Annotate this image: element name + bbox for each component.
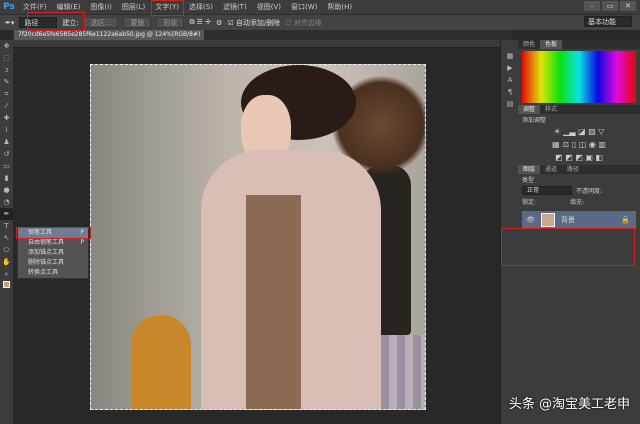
pen-tool-preset-icon[interactable]: ✒▾ bbox=[5, 19, 14, 27]
character-panel-icon[interactable]: A bbox=[501, 74, 519, 86]
close-button[interactable]: ✕ bbox=[620, 1, 636, 11]
flyout-freeform-pen-tool[interactable]: 自由钢笔工具 P bbox=[18, 238, 88, 248]
color-swatches-icon[interactable] bbox=[0, 280, 13, 292]
zoom-tool-icon[interactable]: ⌕ bbox=[0, 268, 13, 280]
layer-filter-row[interactable]: 类型 bbox=[518, 174, 640, 185]
eye-icon[interactable]: 👁 bbox=[526, 216, 535, 224]
auto-add-label: 自动添加/删除 bbox=[235, 18, 281, 27]
menu-file[interactable]: 文件(F) bbox=[18, 2, 52, 12]
healing-tool-icon[interactable]: ✚ bbox=[0, 112, 13, 124]
paragraph-panel-icon[interactable]: ¶ bbox=[501, 86, 519, 98]
menu-filter[interactable]: 滤镜(T) bbox=[218, 2, 252, 12]
dodge-tool-icon[interactable]: ◔ bbox=[0, 196, 13, 208]
adjustment-icons[interactable]: ☀ ▁▃ ◪ ▨ ▽ ▦ ⚖ ▯ ◫ ◉ ▥ ◩ ◩ ◩ ▣ ◧ bbox=[518, 125, 640, 165]
lasso-tool-icon[interactable]: ↄ bbox=[0, 64, 13, 76]
lock-icon: 🔒 bbox=[621, 216, 630, 224]
pen-tool-icon[interactable]: ✒ bbox=[0, 208, 13, 220]
layer-row-background[interactable]: 👁 背景 🔒 bbox=[522, 211, 636, 229]
flyout-add-anchor-tool[interactable]: 添加锚点工具 bbox=[18, 248, 88, 258]
hand-tool-icon[interactable]: ✋ bbox=[0, 256, 13, 268]
flyout-label: 转换点工具 bbox=[28, 269, 59, 276]
flyout-label: 自由钢笔工具 bbox=[28, 239, 65, 246]
brush-tool-icon[interactable]: ⌇ bbox=[0, 124, 13, 136]
tools-panel: ✥ ⬚ ↄ ✎ ⌗ ⁄ ✚ ⌇ ♟ ↺ ▭ ▮ ● ◔ ✒ T ↖ ⬭ ✋ ⌕ bbox=[0, 40, 13, 424]
kind-filter[interactable]: 类型 bbox=[522, 175, 534, 184]
opacity-label: 不透明度: bbox=[576, 188, 603, 195]
menu-help[interactable]: 帮助(H) bbox=[322, 2, 357, 12]
highlight-mode-options bbox=[27, 12, 85, 31]
blend-mode-select[interactable]: 正常 bbox=[522, 186, 572, 195]
align-edges-label: 对齐边缘 bbox=[293, 18, 322, 27]
auto-add-checkbox[interactable]: ☑ 自动添加/删除 bbox=[227, 18, 280, 28]
tab-layers[interactable]: 图层 bbox=[518, 165, 541, 174]
gear-icon[interactable]: ⚙ bbox=[216, 19, 222, 27]
shape-tool-icon[interactable]: ⬭ bbox=[0, 244, 13, 256]
menu-bar: Ps 文件(F) 编辑(E) 图像(I) 图层(L) 文字(Y) 选择(S) 滤… bbox=[0, 0, 640, 14]
window-controls: – ▭ ✕ bbox=[584, 1, 636, 11]
blur-tool-icon[interactable]: ● bbox=[0, 184, 13, 196]
highlight-layer bbox=[501, 228, 635, 266]
menu-image[interactable]: 图像(I) bbox=[85, 2, 117, 12]
flyout-convert-point-tool[interactable]: 转换点工具 bbox=[18, 268, 88, 278]
history-brush-icon[interactable]: ↺ bbox=[0, 148, 13, 160]
actions-panel-icon[interactable]: ▶ bbox=[501, 62, 519, 74]
layers-panel-tabs: 图层 通道 路径 bbox=[518, 165, 640, 174]
shape-button[interactable]: 形状 bbox=[156, 17, 185, 28]
history-panel-icon[interactable]: ▦ bbox=[501, 50, 519, 62]
restore-button[interactable]: ▭ bbox=[602, 1, 618, 11]
selection-button[interactable]: 选区... bbox=[83, 17, 119, 28]
type-tool-icon[interactable]: T bbox=[0, 220, 13, 232]
photoshop-logo: Ps bbox=[3, 2, 15, 12]
highlight-pen-tool bbox=[16, 227, 91, 239]
flyout-delete-anchor-tool[interactable]: 删除锚点工具 bbox=[18, 258, 88, 268]
tab-paths[interactable]: 路径 bbox=[562, 165, 584, 174]
properties-panel-icon[interactable]: ▤ bbox=[501, 98, 519, 110]
gradient-tool-icon[interactable]: ▮ bbox=[0, 172, 13, 184]
menu-layer[interactable]: 图层(L) bbox=[117, 2, 150, 12]
fill-label: 填充: bbox=[570, 199, 585, 206]
lock-label: 锁定: bbox=[522, 199, 537, 206]
blend-row: 正常 不透明度: bbox=[518, 185, 640, 196]
lock-row: 锁定: 填充: bbox=[518, 196, 640, 207]
path-operations-icon[interactable]: ⧉ ☰ ✢ bbox=[189, 18, 211, 27]
options-bar: ✒▾ 路径 建立: 选区... 蒙版 形状 ⧉ ☰ ✢ ⚙ ☑ 自动添加/删除 … bbox=[0, 14, 640, 30]
menu-select[interactable]: 选择(S) bbox=[184, 2, 218, 12]
menu-window[interactable]: 窗口(W) bbox=[286, 2, 322, 12]
tab-color[interactable]: 颜色 bbox=[518, 40, 540, 49]
document-image[interactable] bbox=[90, 64, 426, 410]
highlight-select-menu bbox=[151, 0, 184, 16]
move-tool-icon[interactable]: ✥ bbox=[0, 40, 13, 52]
layer-thumbnail bbox=[540, 213, 555, 227]
quick-select-tool-icon[interactable]: ✎ bbox=[0, 76, 13, 88]
flyout-label: 添加锚点工具 bbox=[28, 249, 65, 256]
horizontal-ruler bbox=[12, 40, 500, 48]
align-edges-checkbox[interactable]: ☐ 对齐边缘 bbox=[285, 18, 322, 28]
tab-channels[interactable]: 通道 bbox=[540, 165, 562, 174]
menu-view[interactable]: 视图(V) bbox=[252, 2, 286, 12]
chair-shape bbox=[131, 315, 191, 409]
eyedropper-tool-icon[interactable]: ⁄ bbox=[0, 100, 13, 112]
path-select-tool-icon[interactable]: ↖ bbox=[0, 232, 13, 244]
flyout-label: 删除锚点工具 bbox=[28, 259, 65, 266]
adjustments-panel-tabs: 调整 样式 bbox=[518, 105, 640, 114]
mask-button[interactable]: 蒙版 bbox=[123, 17, 152, 28]
document-tab[interactable]: 7f20cd6e5fe6585e285f6e1122a6ab50.jpg @ 1… bbox=[14, 30, 205, 40]
eraser-tool-icon[interactable]: ▭ bbox=[0, 160, 13, 172]
add-adjustment-label: 添加调整 bbox=[522, 117, 547, 124]
stamp-tool-icon[interactable]: ♟ bbox=[0, 136, 13, 148]
tab-swatches[interactable]: 色板 bbox=[540, 40, 563, 49]
color-panel-tabs: 颜色 色板 bbox=[518, 40, 640, 49]
watermark: 头条 @淘宝美工老申 bbox=[508, 397, 630, 412]
swatches-grid[interactable] bbox=[522, 51, 636, 103]
menu-edit[interactable]: 编辑(E) bbox=[52, 2, 86, 12]
layer-name: 背景 bbox=[560, 216, 575, 224]
minimize-button[interactable]: – bbox=[584, 1, 600, 11]
marquee-tool-icon[interactable]: ⬚ bbox=[0, 52, 13, 64]
tab-styles[interactable]: 样式 bbox=[540, 105, 562, 114]
workspace-select[interactable]: 基本功能 bbox=[584, 16, 632, 27]
tab-adjustments[interactable]: 调整 bbox=[518, 105, 541, 114]
sweater-shape bbox=[246, 195, 301, 409]
flyout-shortcut: P bbox=[80, 239, 84, 246]
crop-tool-icon[interactable]: ⌗ bbox=[0, 88, 13, 100]
